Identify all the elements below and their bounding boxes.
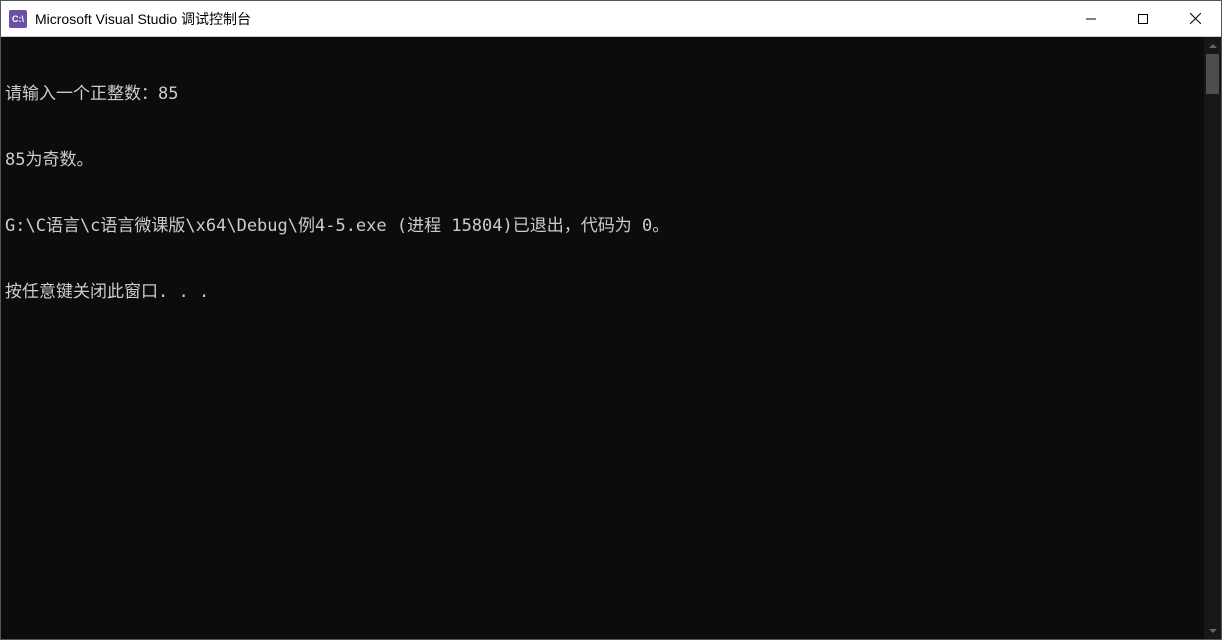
console-line: 85为奇数。: [5, 149, 1200, 171]
console-line: 按任意键关闭此窗口. . .: [5, 281, 1200, 303]
app-icon: C:\: [9, 10, 27, 28]
window-controls: [1065, 1, 1221, 36]
close-button[interactable]: [1169, 1, 1221, 36]
scroll-track[interactable]: [1204, 54, 1221, 622]
console-window: C:\ Microsoft Visual Studio 调试控制台 请输入一个正…: [0, 0, 1222, 640]
console-line: 请输入一个正整数：85: [5, 83, 1200, 105]
scroll-thumb[interactable]: [1206, 54, 1219, 94]
console-output[interactable]: 请输入一个正整数：85 85为奇数。 G:\C语言\c语言微课版\x64\Deb…: [1, 37, 1204, 639]
console-area: 请输入一个正整数：85 85为奇数。 G:\C语言\c语言微课版\x64\Deb…: [1, 37, 1221, 639]
vertical-scrollbar[interactable]: [1204, 37, 1221, 639]
maximize-button[interactable]: [1117, 1, 1169, 36]
titlebar[interactable]: C:\ Microsoft Visual Studio 调试控制台: [1, 1, 1221, 37]
window-title: Microsoft Visual Studio 调试控制台: [35, 9, 1065, 29]
scroll-down-arrow-icon[interactable]: [1204, 622, 1221, 639]
scroll-up-arrow-icon[interactable]: [1204, 37, 1221, 54]
console-line: G:\C语言\c语言微课版\x64\Debug\例4-5.exe (进程 158…: [5, 215, 1200, 237]
minimize-button[interactable]: [1065, 1, 1117, 36]
